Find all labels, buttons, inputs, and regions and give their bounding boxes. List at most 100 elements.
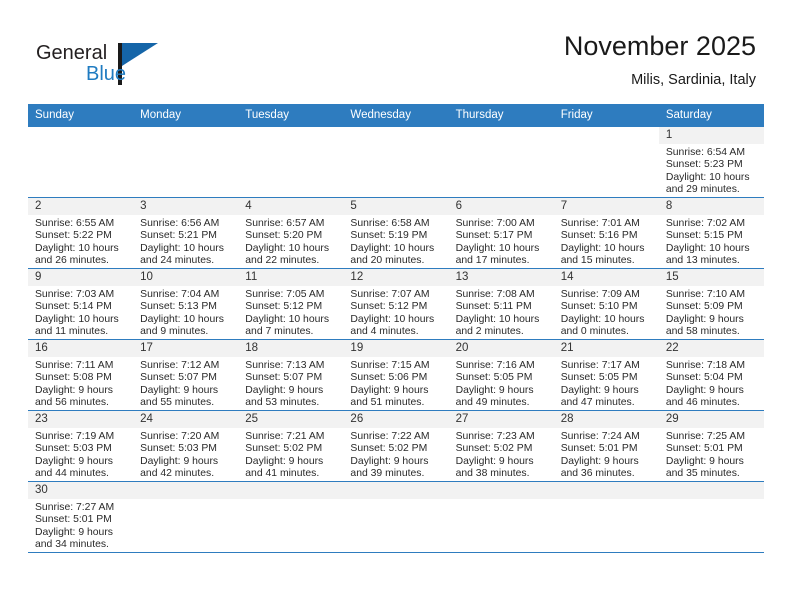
day-sun-info: Sunrise: 7:22 AM Sunset: 5:02 PM Daylight:… [343, 428, 448, 481]
day-number: 8 [658, 198, 764, 215]
daylight-duration-line2: and 56 minutes. [35, 397, 109, 409]
logo-text-blue: Blue [86, 63, 127, 85]
day-number: 5 [343, 198, 449, 215]
daylight-duration-line2: and 41 minutes. [245, 468, 320, 480]
day-sun-info: Sunrise: 7:27 AM Sunset: 5:01 PM Daylight:… [28, 499, 133, 552]
daylight-duration-line1: Daylight: 10 hours [455, 242, 540, 254]
day-number: 19 [343, 340, 449, 357]
calendar-day-cell[interactable]: 15 Sunrise: 7:10 AM Sunset: 5:09 PM Dayligh… [658, 268, 764, 340]
sunset-time: Sunset: 5:17 PM [455, 230, 533, 242]
calendar-day-cell[interactable]: 1 Sunrise: 6:54 AM Sunset: 5:23 PM Daylight… [658, 126, 764, 198]
sunrise-time: Sunrise: 7:18 AM [665, 360, 745, 371]
calendar-week-row: 30 Sunrise: 7:27 AM Sunset: 5:01 PM Dayligh… [28, 481, 764, 553]
calendar-day-cell[interactable]: 5 Sunrise: 6:58 AM Sunset: 5:19 PM Daylight… [343, 197, 449, 269]
day-number: 20 [448, 340, 554, 357]
calendar-day-cell[interactable]: 20 Sunrise: 7:16 AM Sunset: 5:05 PM Dayligh… [448, 339, 554, 411]
day-number [448, 482, 554, 499]
calendar-day-cell[interactable]: 12 Sunrise: 7:07 AM Sunset: 5:12 PM Dayligh… [343, 268, 449, 340]
calendar-cell-empty [448, 481, 554, 553]
daylight-duration-line2: and 39 minutes. [350, 468, 425, 480]
sunrise-time: Sunrise: 7:16 AM [455, 360, 535, 371]
sunrise-time: Sunrise: 7:25 AM [665, 431, 745, 442]
daylight-duration-line1: Daylight: 9 hours [140, 384, 219, 396]
triangle-flag-icon [122, 43, 158, 66]
sunset-time: Sunset: 5:04 PM [665, 372, 743, 384]
sunrise-time: Sunrise: 7:19 AM [35, 431, 115, 442]
sunrise-time: Sunrise: 7:09 AM [560, 289, 640, 300]
sunset-time: Sunset: 5:06 PM [350, 372, 428, 384]
daylight-duration-line2: and 51 minutes. [350, 397, 425, 409]
calendar-day-cell[interactable]: 29 Sunrise: 7:25 AM Sunset: 5:01 PM Dayligh… [658, 410, 764, 482]
day-sun-info: Sunrise: 7:04 AM Sunset: 5:13 PM Daylight:… [133, 286, 238, 339]
daylight-duration-line1: Daylight: 10 hours [665, 242, 750, 254]
calendar-day-cell[interactable]: 8 Sunrise: 7:02 AM Sunset: 5:15 PM Daylight… [658, 197, 764, 269]
calendar-day-cell[interactable]: 27 Sunrise: 7:23 AM Sunset: 5:02 PM Dayligh… [448, 410, 554, 482]
day-number [343, 482, 449, 499]
sunrise-time: Sunrise: 7:11 AM [35, 360, 114, 371]
daylight-duration-line2: and 47 minutes. [560, 397, 635, 409]
day-sun-info: Sunrise: 7:07 AM Sunset: 5:12 PM Daylight:… [343, 286, 448, 339]
weekday-header-tuesday: Tuesday [238, 104, 344, 127]
day-number: 23 [28, 411, 134, 428]
calendar-cell-empty [133, 481, 239, 553]
sunset-time: Sunset: 5:01 PM [665, 443, 743, 455]
calendar-day-cell[interactable]: 24 Sunrise: 7:20 AM Sunset: 5:03 PM Dayligh… [133, 410, 239, 482]
calendar-day-cell[interactable]: 18 Sunrise: 7:13 AM Sunset: 5:07 PM Dayligh… [238, 339, 344, 411]
daylight-duration-line2: and 11 minutes. [35, 326, 109, 338]
day-number: 2 [28, 198, 134, 215]
calendar-week-row: 2 Sunrise: 6:55 AM Sunset: 5:22 PM Daylight… [28, 197, 764, 269]
day-number: 15 [658, 269, 764, 286]
sunset-time: Sunset: 5:07 PM [140, 372, 217, 384]
daylight-duration-line2: and 7 minutes. [245, 326, 314, 338]
calendar-day-cell[interactable]: 23 Sunrise: 7:19 AM Sunset: 5:03 PM Dayligh… [28, 410, 134, 482]
calendar-day-cell[interactable]: 3 Sunrise: 6:56 AM Sunset: 5:21 PM Daylight… [133, 197, 239, 269]
day-sun-info: Sunrise: 7:25 AM Sunset: 5:01 PM Daylight:… [659, 428, 764, 481]
calendar-day-cell[interactable]: 4 Sunrise: 6:57 AM Sunset: 5:20 PM Daylight… [238, 197, 344, 269]
sunset-time: Sunset: 5:09 PM [665, 301, 743, 313]
calendar-day-cell[interactable]: 11 Sunrise: 7:05 AM Sunset: 5:12 PM Dayligh… [238, 268, 344, 340]
calendar-day-cell[interactable]: 10 Sunrise: 7:04 AM Sunset: 5:13 PM Dayligh… [133, 268, 239, 340]
daylight-duration-line1: Daylight: 10 hours [665, 171, 750, 183]
day-sun-info: Sunrise: 7:05 AM Sunset: 5:12 PM Daylight:… [238, 286, 343, 339]
calendar-day-cell[interactable]: 28 Sunrise: 7:24 AM Sunset: 5:01 PM Dayligh… [553, 410, 659, 482]
calendar-week-row: 9 Sunrise: 7:03 AM Sunset: 5:14 PM Daylight… [28, 268, 764, 340]
sunrise-time: Sunrise: 7:08 AM [455, 289, 535, 300]
weekday-header-saturday: Saturday [658, 104, 764, 127]
day-number: 3 [133, 198, 239, 215]
calendar-day-cell[interactable]: 30 Sunrise: 7:27 AM Sunset: 5:01 PM Dayligh… [28, 481, 134, 553]
calendar-day-cell[interactable]: 9 Sunrise: 7:03 AM Sunset: 5:14 PM Daylight… [28, 268, 134, 340]
daylight-duration-line2: and 22 minutes. [245, 255, 320, 267]
calendar-day-cell[interactable]: 22 Sunrise: 7:18 AM Sunset: 5:04 PM Dayligh… [658, 339, 764, 411]
day-sun-info: Sunrise: 7:16 AM Sunset: 5:05 PM Daylight:… [449, 357, 554, 410]
daylight-duration-line1: Daylight: 10 hours [140, 313, 224, 325]
daylight-duration-line2: and 55 minutes. [140, 397, 215, 409]
daylight-duration-line2: and 46 minutes. [665, 397, 740, 409]
calendar-day-cell[interactable]: 19 Sunrise: 7:15 AM Sunset: 5:06 PM Dayligh… [343, 339, 449, 411]
day-number [238, 482, 344, 499]
calendar-day-cell[interactable]: 6 Sunrise: 7:00 AM Sunset: 5:17 PM Daylight… [448, 197, 554, 269]
calendar-day-cell[interactable]: 25 Sunrise: 7:21 AM Sunset: 5:02 PM Dayligh… [238, 410, 344, 482]
weekday-header-thursday: Thursday [448, 104, 554, 127]
sunset-time: Sunset: 5:05 PM [455, 372, 533, 384]
day-number: 21 [553, 340, 659, 357]
daylight-duration-line2: and 17 minutes. [455, 255, 530, 267]
general-blue-logo[interactable]: General Blue [36, 42, 216, 94]
weekday-header-monday: Monday [133, 104, 239, 127]
day-number: 1 [658, 127, 764, 144]
calendar-day-cell[interactable]: 26 Sunrise: 7:22 AM Sunset: 5:02 PM Dayligh… [343, 410, 449, 482]
calendar-day-cell[interactable]: 21 Sunrise: 7:17 AM Sunset: 5:05 PM Dayligh… [553, 339, 659, 411]
calendar-day-cell[interactable]: 7 Sunrise: 7:01 AM Sunset: 5:16 PM Daylight… [553, 197, 659, 269]
calendar-day-cell[interactable]: 13 Sunrise: 7:08 AM Sunset: 5:11 PM Dayligh… [448, 268, 554, 340]
day-number: 22 [658, 340, 764, 357]
day-number: 26 [343, 411, 449, 428]
calendar-cell-blank [238, 126, 344, 198]
calendar-day-cell[interactable]: 17 Sunrise: 7:12 AM Sunset: 5:07 PM Dayligh… [133, 339, 239, 411]
daylight-duration-line1: Daylight: 9 hours [665, 313, 744, 325]
weekday-header-wednesday: Wednesday [343, 104, 449, 127]
sunset-time: Sunset: 5:12 PM [245, 301, 323, 313]
calendar-day-cell[interactable]: 14 Sunrise: 7:09 AM Sunset: 5:10 PM Dayligh… [553, 268, 659, 340]
calendar-day-cell[interactable]: 2 Sunrise: 6:55 AM Sunset: 5:22 PM Daylight… [28, 197, 134, 269]
sunset-time: Sunset: 5:05 PM [560, 372, 638, 384]
calendar-day-cell[interactable]: 16 Sunrise: 7:11 AM Sunset: 5:08 PM Dayligh… [28, 339, 134, 411]
daylight-duration-line2: and 44 minutes. [35, 468, 109, 480]
